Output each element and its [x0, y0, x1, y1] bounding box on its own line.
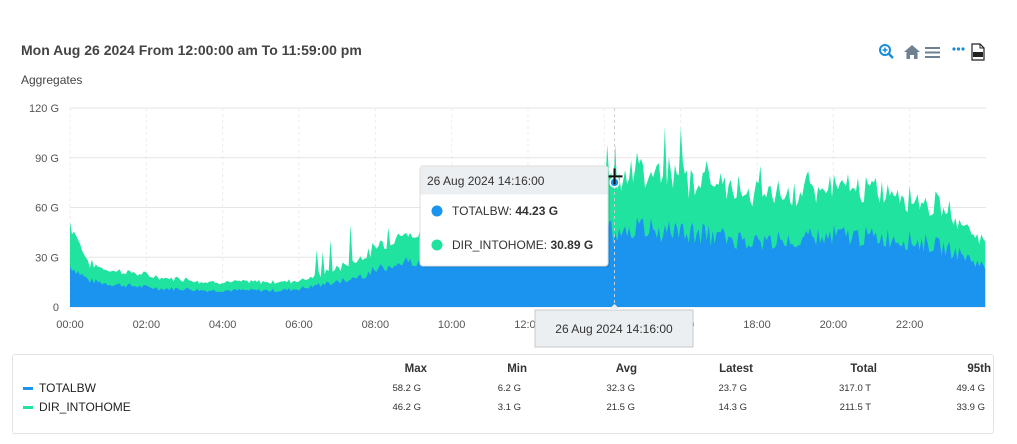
y-tick-label: 120 G	[29, 103, 59, 115]
legend-item-dir-intohome[interactable]: DIR_INTOHOME	[23, 400, 131, 414]
x-tick-label: 18:00	[743, 319, 771, 331]
tooltip-entry: DIR_INTOHOME: 30.89 G	[452, 238, 593, 252]
more-icon[interactable]	[952, 42, 970, 62]
x-tick-label: 20:00	[820, 319, 848, 331]
legend-item-totalbw[interactable]: TOTALBW	[23, 381, 96, 395]
zoom-icon[interactable]	[878, 42, 896, 62]
legend-swatch	[23, 386, 33, 390]
legend-value: 32.3 G	[606, 383, 635, 394]
tooltip-series-value: 30.89 G	[550, 238, 593, 252]
x-tick-label: 08:00	[362, 319, 390, 331]
chart-toolbar	[878, 42, 988, 62]
tooltip-series-dot	[431, 205, 443, 217]
tooltip-series-name: DIR_INTOHOME:	[452, 238, 550, 252]
menu-icon[interactable]	[924, 42, 942, 62]
legend-header-total: Total	[850, 363, 877, 375]
legend-label: DIR_INTOHOME	[39, 400, 131, 414]
tooltip-entry: TOTALBW: 44.23 G	[452, 204, 558, 218]
y-tick-label: 60 G	[35, 203, 59, 215]
x-tick-label: 10:00	[438, 319, 466, 331]
x-tick-label: 22:00	[896, 319, 924, 331]
x-hover-label: 26 Aug 2024 14:16:00	[555, 322, 673, 336]
legend-header-latest: Latest	[719, 363, 753, 375]
legend-value: 317.0 T	[838, 383, 871, 394]
y-tick-label: 90 G	[35, 153, 59, 165]
legend-value: 33.9 G	[956, 402, 985, 413]
legend-value: 46.2 G	[392, 402, 421, 413]
area-chart: 0 30 G 60 G 90 G 120 G 00:00 02:00 04:00 06:00 08…	[29, 103, 986, 348]
pdf-icon[interactable]	[970, 42, 988, 62]
legend-value: 6.2 G	[497, 383, 521, 394]
page-title: Mon Aug 26 2024 From 12:00:00 am To 11:5…	[21, 42, 362, 58]
legend-value: 211.5 T	[839, 402, 871, 413]
tooltip-series-dot	[431, 239, 443, 251]
y-tick-label: 30 G	[35, 252, 59, 264]
legend-value: 3.1 G	[497, 402, 521, 413]
chart-subtitle: Aggregates	[21, 73, 83, 87]
legend-value: 23.7 G	[718, 383, 747, 394]
legend-value: 21.5 G	[606, 402, 635, 413]
x-tick-label: 04:00	[209, 319, 237, 331]
legend-swatch	[23, 405, 33, 409]
x-tick-label: 00:00	[56, 319, 84, 331]
legend-header-avg: Avg	[615, 363, 637, 375]
tooltip-series-name: TOTALBW:	[452, 204, 515, 218]
legend-header-max: Max	[404, 363, 427, 375]
legend-label: TOTALBW	[39, 381, 96, 395]
legend-value: 58.2 G	[392, 383, 421, 394]
tooltip-series-value: 44.23 G	[515, 204, 558, 218]
legend-table: Max Min Avg Latest Total 95th TOTALBW DI…	[12, 354, 994, 434]
legend-value: 14.3 G	[718, 402, 747, 413]
y-tick-label: 0	[53, 302, 59, 314]
x-tick-label: 02:00	[133, 319, 161, 331]
tooltip-time: 26 Aug 2024 14:16:00	[427, 174, 545, 188]
x-tick-label: 06:00	[285, 319, 313, 331]
legend-header-95th: 95th	[967, 363, 991, 375]
legend-value: 49.4 G	[956, 383, 985, 394]
legend-header-min: Min	[507, 363, 527, 375]
home-icon[interactable]	[903, 42, 921, 62]
